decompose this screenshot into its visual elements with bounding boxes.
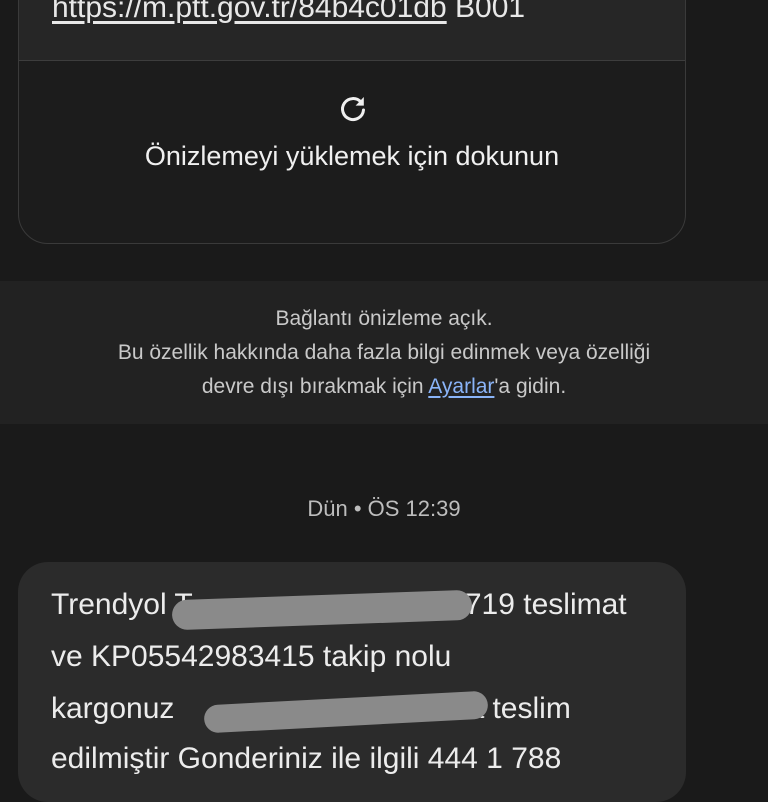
- link-url-text: https://m.ptt.gov.tr/84b4c01db B001: [52, 0, 525, 25]
- message-text: 719 teslimat: [464, 588, 627, 621]
- message-url-link[interactable]: https://m.ptt.gov.tr/84b4c01db: [52, 0, 447, 24]
- message-line-2: ve KP05542983415 takip nolu: [51, 640, 452, 673]
- notice-line-1: Bağlantı önizleme açık.: [275, 307, 493, 330]
- load-preview-label[interactable]: Önizlemeyi yüklemek için dokunun: [19, 141, 685, 172]
- url-suffix: B001: [455, 0, 526, 24]
- message-text: Trendyol T: [51, 588, 193, 621]
- message-timestamp: Dün • ÖS 12:39: [307, 496, 461, 521]
- sms-message-bubble[interactable]: Trendyol T 719 teslimat ve KP05542983415…: [18, 562, 686, 802]
- notice-line-3: devre dışı bırakmak için Ayarlar'a gidin…: [0, 375, 768, 399]
- settings-link[interactable]: Ayarlar: [428, 375, 494, 398]
- link-url-row[interactable]: https://m.ptt.gov.tr/84b4c01db B001: [19, 0, 685, 61]
- link-preview-notice: Bağlantı önizleme açık. Bu özellik hakkı…: [0, 281, 768, 424]
- preview-tap-area[interactable]: Önizlemeyi yüklemek için dokunun: [19, 61, 685, 243]
- notice-line-3-prefix: devre dışı bırakmak için: [201, 375, 429, 398]
- notice-line-3-suffix: 'a gidin.: [494, 375, 567, 398]
- notice-line-2: Bu özellik hakkında daha fazla bilgi edi…: [117, 341, 651, 364]
- link-preview-bubble[interactable]: https://m.ptt.gov.tr/84b4c01db B001 Öniz…: [18, 0, 686, 244]
- refresh-icon[interactable]: [337, 93, 369, 125]
- message-line-4: edilmiştir Gonderiniz ile ilgili 444 1 7…: [51, 742, 562, 775]
- message-text: kargonuz: [51, 692, 175, 725]
